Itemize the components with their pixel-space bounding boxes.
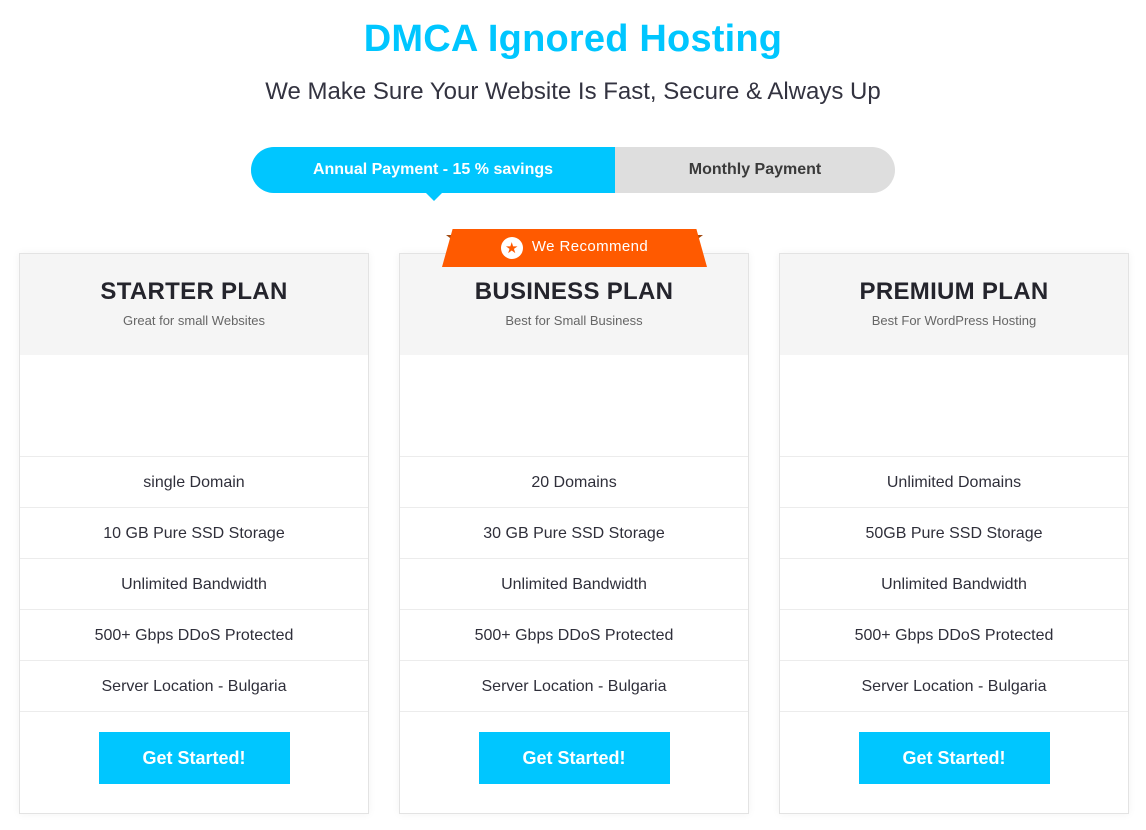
feature-item: Server Location - Bulgaria (780, 661, 1128, 712)
plan-tagline: Best for Small Business (505, 313, 643, 328)
feature-item: 30 GB Pure SSD Storage (400, 508, 748, 559)
cta-wrapper: Get Started! (400, 712, 748, 784)
plan-name: BUSINESS PLAN (474, 278, 674, 305)
feature-item: 20 Domains (400, 457, 748, 508)
plan-tagline: Best For WordPress Hosting (871, 313, 1037, 328)
plan-card-business: BUSINESS PLAN Best for Small Business 20… (399, 253, 749, 814)
plan-name: STARTER PLAN (100, 278, 288, 305)
plan-card-starter: STARTER PLAN Great for small Websites si… (19, 253, 369, 814)
get-started-button-premium[interactable]: Get Started! (858, 732, 1050, 784)
plan-header: PREMIUM PLAN Best For WordPress Hosting (780, 254, 1128, 355)
feature-item: 50GB Pure SSD Storage (780, 508, 1128, 559)
plan-header: STARTER PLAN Great for small Websites (20, 254, 368, 355)
feature-item: Server Location - Bulgaria (400, 661, 748, 712)
feature-item: Unlimited Bandwidth (780, 559, 1128, 610)
plan-tagline: Great for small Websites (122, 313, 266, 328)
price-area (20, 355, 368, 457)
ribbon-body: ★ We Recommend (442, 229, 707, 267)
cta-wrapper: Get Started! (20, 712, 368, 784)
recommend-ribbon: ★ We Recommend (442, 229, 707, 267)
feature-item: single Domain (20, 457, 368, 508)
feature-item: Unlimited Bandwidth (20, 559, 368, 610)
page-subtitle: We Make Sure Your Website Is Fast, Secur… (265, 78, 881, 105)
feature-item: Unlimited Bandwidth (400, 559, 748, 610)
feature-item: Server Location - Bulgaria (20, 661, 368, 712)
annual-payment-tab[interactable]: Annual Payment - 15 % savings (251, 147, 615, 201)
get-started-button-starter[interactable]: Get Started! (98, 732, 290, 784)
ribbon-label: We Recommend (531, 237, 649, 255)
feature-item: 10 GB Pure SSD Storage (20, 508, 368, 559)
star-icon: ★ (500, 237, 523, 259)
get-started-button-business[interactable]: Get Started! (478, 732, 670, 784)
billing-toggle: Annual Payment - 15 % savings Monthly Pa… (251, 147, 895, 201)
feature-item: 500+ Gbps DDoS Protected (400, 610, 748, 661)
plan-name: PREMIUM PLAN (859, 278, 1049, 305)
feature-item: 500+ Gbps DDoS Protected (780, 610, 1128, 661)
plan-header: BUSINESS PLAN Best for Small Business (400, 254, 748, 355)
pricing-cards: STARTER PLAN Great for small Websites si… (19, 253, 1129, 814)
feature-item: Unlimited Domains (780, 457, 1128, 508)
page-title: DMCA Ignored Hosting (363, 18, 783, 60)
price-area (400, 355, 748, 457)
plan-card-premium: PREMIUM PLAN Best For WordPress Hosting … (779, 253, 1129, 814)
price-area (780, 355, 1128, 457)
monthly-payment-tab[interactable]: Monthly Payment (615, 147, 895, 193)
feature-item: 500+ Gbps DDoS Protected (20, 610, 368, 661)
cta-wrapper: Get Started! (780, 712, 1128, 784)
